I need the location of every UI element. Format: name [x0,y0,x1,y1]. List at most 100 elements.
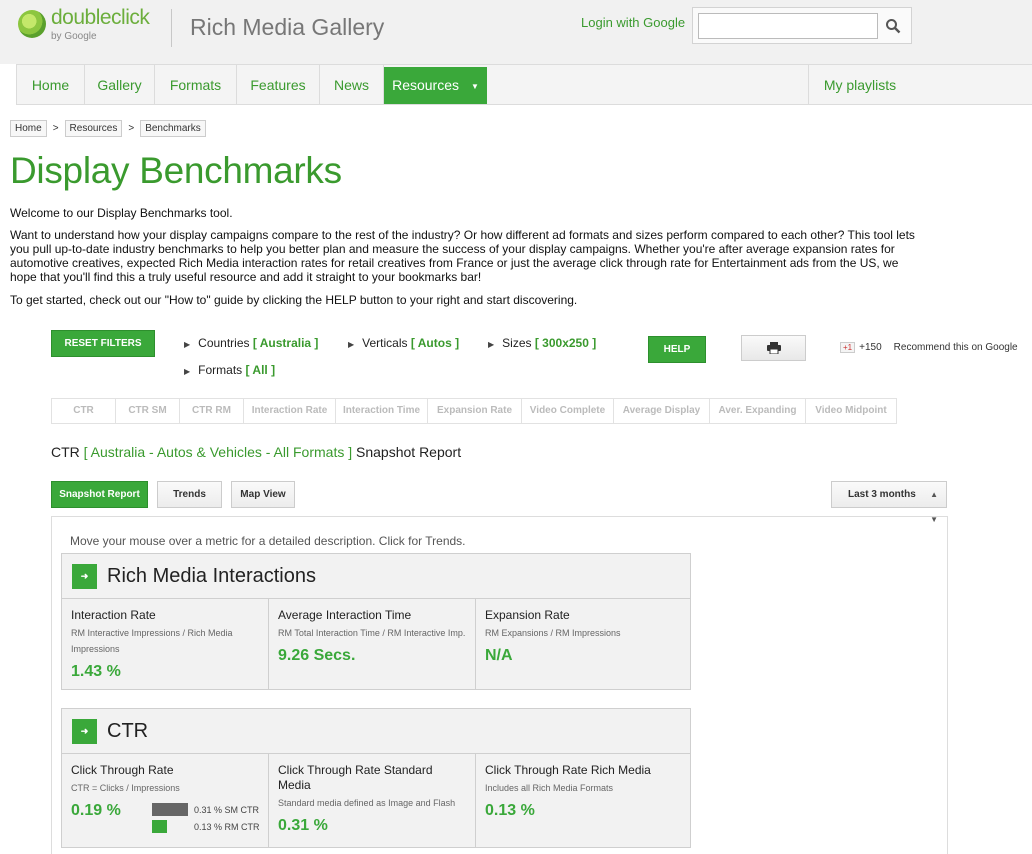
intro-line: you pull up-to-date industry benchmarks … [10,242,895,256]
filter-formats[interactable]: ▶ Formats [ All ] [184,363,275,377]
nav-resources-label: Resources [392,77,459,93]
metric-value: 0.13 % [485,802,535,819]
metric-average-interaction-time[interactable]: Average Interaction Time RM Total Intera… [269,599,476,689]
filter-countries-value: [ Australia ] [252,336,319,350]
tab-ctr[interactable]: CTR [52,399,116,423]
report-title: CTR [ Australia - Autos & Vehicles - All… [51,444,461,460]
sm-ctr-bar [152,803,188,816]
metric-description: Standard media defined as Image and Flas… [278,798,456,808]
arrow-right-icon[interactable]: ➜ [72,719,97,744]
intro-body: Want to understand how your display camp… [10,228,1010,284]
nav-gallery[interactable]: Gallery [85,65,155,105]
tab-interaction-time[interactable]: Interaction Time [336,399,428,423]
section-ctr: ➜ CTR Click Through Rate CTR = Clicks / … [61,708,691,848]
doubleclick-logo-icon[interactable] [18,10,46,38]
map-view-button[interactable]: Map View [231,481,295,508]
intro-line: Want to understand how your display camp… [10,228,915,242]
breadcrumb-home[interactable]: Home [10,120,47,137]
logo-subtext: by Google [51,31,97,42]
reset-filters-button[interactable]: RESET FILTERS [51,330,155,357]
trends-button[interactable]: Trends [157,481,222,508]
metric-value: 1.43 % [71,663,121,680]
nav-home[interactable]: Home [16,65,85,105]
logo-text[interactable]: doubleclick [51,6,150,30]
filter-countries-label: Countries [198,336,250,350]
site-title[interactable]: Rich Media Gallery [190,14,384,41]
metric-description: RM Interactive Impressions / Rich Media … [71,628,233,654]
arrow-right-icon: ▶ [488,340,495,349]
metric-value: 9.26 Secs. [278,647,356,664]
metric-expansion-rate[interactable]: Expansion Rate RM Expansions / RM Impres… [476,599,690,689]
metric-interaction-rate[interactable]: Interaction Rate RM Interactive Impressi… [62,599,269,689]
filter-verticals-label: Verticals [362,336,408,350]
metric-tabs: CTR CTR SM CTR RM Interaction Rate Inter… [51,398,897,424]
metric-title: Expansion Rate [485,608,570,622]
rm-ctr-label: 0.13 % RM CTR [194,821,260,832]
ctr-comparison-bars: 0.31 % SM CTR 0.13 % RM CTR [152,801,260,835]
gplus-one-icon[interactable]: +1 [840,342,856,353]
arrow-right-icon: ▶ [184,340,191,349]
tab-video-complete[interactable]: Video Complete [522,399,614,423]
filter-formats-value: [ All ] [245,363,276,377]
date-range-select[interactable]: Last 3 months ▲ ▼ [831,481,947,524]
metric-title: Click Through Rate Rich Media [485,763,651,777]
tab-ctr-rm[interactable]: CTR RM [180,399,244,423]
report-type: Snapshot Report [356,444,462,460]
search-icon [886,19,901,34]
breadcrumb: Home > Resources > Benchmarks [10,120,206,137]
nav-my-playlists[interactable]: My playlists [808,65,911,105]
print-icon [766,342,781,354]
nav-news[interactable]: News [320,65,384,105]
metric-title: Click Through Rate [71,763,174,777]
date-range-value: Last 3 months [848,489,916,500]
breadcrumb-separator: > [52,123,59,134]
breadcrumb-benchmarks[interactable]: Benchmarks [140,120,206,137]
metric-description: RM Total Interaction Time / RM Interacti… [278,628,466,638]
intro-welcome: Welcome to our Display Benchmarks tool. [10,206,233,220]
snapshot-report-button[interactable]: Snapshot Report [51,481,148,508]
tab-expansion-rate[interactable]: Expansion Rate [428,399,522,423]
tab-ctr-sm[interactable]: CTR SM [116,399,180,423]
nav-resources[interactable]: Resources ▼ [384,67,487,104]
section-header[interactable]: ➜ Rich Media Interactions [62,554,690,599]
filter-sizes-label: Sizes [502,336,532,350]
arrow-right-icon[interactable]: ➜ [72,564,97,589]
google-plus-one[interactable]: +1 +150 Recommend this on Google [840,342,1018,353]
print-button[interactable] [741,335,806,361]
help-button[interactable]: HELP [648,336,706,363]
login-with-google-link[interactable]: Login with Google [581,15,685,30]
breadcrumb-resources[interactable]: Resources [64,120,123,137]
nav-features[interactable]: Features [237,65,320,105]
caret-down-icon: ▼ [471,81,479,91]
search-button[interactable] [878,13,908,39]
arrow-right-icon: ▶ [348,340,355,349]
intro-get-started: To get started, check out our "How to" g… [10,293,578,307]
section-rich-media-interactions: ➜ Rich Media Interactions Interaction Ra… [61,553,691,690]
search-box [692,7,912,44]
metric-click-through-rate[interactable]: Click Through Rate CTR = Clicks / Impres… [62,754,269,847]
section-header[interactable]: ➜ CTR [62,709,690,754]
metric-description: CTR = Clicks / Impressions [71,783,180,793]
search-input[interactable] [698,13,878,39]
metric-ctr-standard-media[interactable]: Click Through Rate Standard Media Standa… [269,754,476,847]
report-metric: CTR [51,444,80,460]
filter-verticals[interactable]: ▶ Verticals [ Autos ] [348,336,459,350]
tab-aver-expanding[interactable]: Aver. Expanding [710,399,806,423]
metric-description: RM Expansions / RM Impressions [485,628,621,638]
filter-countries[interactable]: ▶ Countries [ Australia ] [184,336,318,350]
arrow-right-icon: ▶ [184,367,191,376]
filter-sizes[interactable]: ▶ Sizes [ 300x250 ] [488,336,596,350]
panel-hint: Move your mouse over a metric for a deta… [70,534,466,548]
tab-average-display[interactable]: Average Display [614,399,710,423]
metric-ctr-rich-media[interactable]: Click Through Rate Rich Media Includes a… [476,754,690,847]
tab-interaction-rate[interactable]: Interaction Rate [244,399,336,423]
filter-verticals-value: [ Autos ] [410,336,460,350]
metric-title: Average Interaction Time [278,608,412,622]
main-nav: Home Gallery Formats Features News Resou… [16,64,1032,105]
sm-ctr-label: 0.31 % SM CTR [194,804,260,815]
nav-formats[interactable]: Formats [155,65,237,105]
intro-line: hope that you'll find this a truly usefu… [10,270,482,284]
section-title: CTR [107,720,149,742]
tab-video-midpoint[interactable]: Video Midpoint [806,399,896,423]
metric-value: N/A [485,647,513,664]
